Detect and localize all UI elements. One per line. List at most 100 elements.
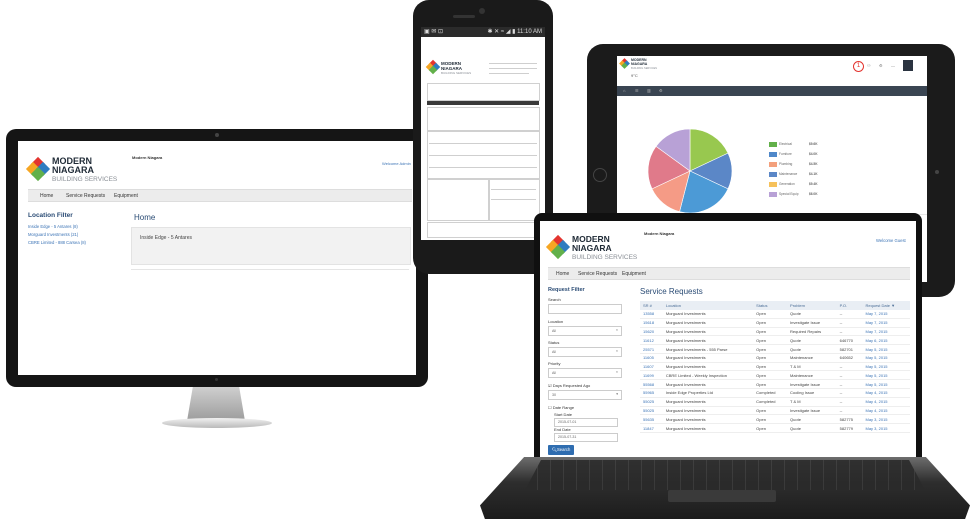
table-cell[interactable]: 55635	[640, 414, 663, 425]
legend-label: Generation	[779, 182, 795, 186]
nav-equipment[interactable]: Equipment	[114, 193, 138, 199]
search-input[interactable]	[548, 304, 622, 314]
location-link-1[interactable]: Inside Edge - 5 Antares (8)	[28, 224, 78, 229]
column-header[interactable]: Request Date ▼	[862, 301, 910, 310]
laptop-nav-service-requests[interactable]: Service Requests	[578, 271, 617, 277]
table-cell[interactable]: 11612	[640, 335, 663, 346]
table-body: 13558 Morguard Investments Open Quote -- May …	[640, 310, 910, 433]
table-cell[interactable]: 25571	[640, 344, 663, 354]
table-row[interactable]: 55025 Morguard Investments Open Investigate…	[640, 406, 910, 416]
welcome-link[interactable]: Welcome Admin	[382, 161, 411, 166]
column-header[interactable]: P.O.	[836, 301, 863, 310]
table-cell: May 5, 2015	[862, 353, 910, 363]
table-cell[interactable]: 13558	[640, 310, 663, 319]
table-cell[interactable]: 11699	[640, 370, 663, 381]
days-select[interactable]: 30 ▾	[548, 390, 622, 400]
location-select[interactable]: All ×	[548, 326, 622, 336]
table-cell: --	[836, 310, 863, 319]
legend-swatch	[769, 172, 777, 177]
phone-logo-icon	[425, 59, 441, 75]
column-header[interactable]: Status	[753, 301, 788, 310]
legend-label: Plumbing	[779, 162, 793, 166]
desktop-navbar: Home Service Requests Equipment	[28, 189, 412, 202]
end-date-input[interactable]: 2015-07-31	[554, 433, 618, 442]
status-select[interactable]: All ×	[548, 347, 622, 357]
home-icon[interactable]: ⌂	[623, 88, 625, 93]
legend-value: $9.4K	[809, 182, 818, 186]
days-checkbox-label[interactable]: ☑ Days Requested Ago	[548, 383, 590, 388]
tablet-logo-icon	[619, 58, 630, 69]
table-cell[interactable]: 11847	[640, 423, 663, 433]
service-requests-table: SR # Location Status Problem P.O. Request Dat…	[640, 301, 910, 433]
menu-button[interactable]	[903, 60, 913, 71]
table-row[interactable]: 55965 Inside Edge Properties Ltd Completed…	[640, 388, 910, 398]
table-cell[interactable]: 11607	[640, 362, 663, 372]
location-link-2[interactable]: Morguard Investments (21)	[28, 232, 78, 237]
table-row[interactable]: 11607 Morguard Investments Open T & M -- May …	[640, 362, 910, 372]
legend-label: Special Equip	[779, 192, 799, 196]
table-cell[interactable]: 15620	[640, 327, 663, 337]
table-row[interactable]: 55025 Morguard Investments Completed T & M-…	[640, 397, 910, 407]
request-filter-title: Request Filter	[548, 287, 585, 293]
minus-icon[interactable]: —	[891, 63, 895, 68]
location-link-3[interactable]: CBRE Limited - 888 Carsea (8)	[28, 240, 86, 245]
table-row[interactable]: 15618 Morguard Investments Open Investigate…	[640, 318, 910, 328]
nav-service-requests[interactable]: Service Requests	[66, 193, 105, 199]
laptop-navbar: Home Service Requests Equipment	[548, 267, 910, 280]
table-cell: Quote	[787, 414, 837, 425]
legend-value: $4.0K	[809, 152, 818, 156]
user-icon[interactable]: ⚇	[867, 63, 871, 68]
alert-icon[interactable]: 1	[853, 61, 864, 72]
close-icon[interactable]: ×	[616, 349, 618, 353]
nav-home[interactable]: Home	[40, 193, 53, 199]
settings-icon[interactable]: ⚙	[879, 63, 883, 68]
column-header[interactable]: Problem	[787, 301, 837, 310]
table-cell: Open	[753, 362, 788, 372]
table-row[interactable]: 55635 Morguard Investments Open Quote 582775…	[640, 414, 910, 425]
laptop-nav-equipment[interactable]: Equipment	[622, 271, 646, 277]
tablet-home-button[interactable]	[593, 168, 607, 182]
column-header[interactable]: Location	[662, 301, 754, 310]
start-date-input[interactable]: 2015-07-01	[554, 418, 618, 427]
table-row[interactable]: 25571 Morguard Investments - 555 Parse Ope…	[640, 344, 910, 354]
tablet-camera	[935, 170, 939, 174]
table-row[interactable]: 11847 Morguard Investments Open Quote 582779…	[640, 423, 910, 433]
close-icon[interactable]: ×	[616, 328, 618, 332]
table-row[interactable]: 15620 Morguard Investments Open Required Re…	[640, 327, 910, 337]
table-cell: --	[836, 362, 863, 372]
doc-section	[489, 179, 540, 221]
days-value: 30	[552, 393, 556, 397]
table-cell[interactable]: 55568	[640, 379, 663, 390]
table-cell: 640652	[836, 353, 863, 363]
table-cell[interactable]: 15618	[640, 318, 663, 328]
table-cell: T & M	[787, 397, 837, 407]
table-cell[interactable]: 55025	[640, 397, 663, 407]
table-cell: Investigate Issue	[787, 406, 837, 416]
table-cell: Maintenance	[787, 353, 837, 363]
table-cell[interactable]: 55025	[640, 406, 663, 416]
priority-select[interactable]: All ×	[548, 368, 622, 378]
table-row[interactable]: 11612 Morguard Investments Open Quote 646770…	[640, 335, 910, 346]
chart-icon[interactable]: ▥	[647, 88, 651, 93]
chevron-down-icon[interactable]: ▾	[616, 392, 618, 396]
laptop-device: MODERN NIAGARA BUILDING SERVICES Modern …	[534, 213, 922, 465]
date-range-checkbox-label[interactable]: ☐ Date Range	[548, 405, 574, 410]
laptop-welcome-link[interactable]: Welcome Guest	[876, 238, 906, 243]
table-row[interactable]: 11605 Morguard Investments Open Maintenance…	[640, 353, 910, 363]
table-cell: --	[836, 397, 863, 407]
list-icon[interactable]: ☰	[635, 88, 639, 93]
gear-icon[interactable]: ⚙	[659, 88, 663, 93]
phone-status-bar: ▣ ✉ ⊡ ✱ ✕ ≈ ◢ ▮ 11:10 AM	[421, 27, 545, 37]
close-icon[interactable]: ×	[616, 370, 618, 374]
laptop-brand-line2: NIAGARA	[572, 243, 612, 253]
column-header[interactable]: SR #	[640, 301, 663, 310]
table-cell: May 5, 2015	[862, 344, 910, 354]
doc-line	[429, 143, 537, 144]
table-cell[interactable]: 11605	[640, 353, 663, 363]
table-row[interactable]: 11699 CBRE Limited - Weekly Inspection Ope…	[640, 370, 910, 381]
table-row[interactable]: 55568 Morguard Investments Open Investigate…	[640, 379, 910, 390]
table-row[interactable]: 13558 Morguard Investments Open Quote -- May …	[640, 310, 910, 319]
table-cell[interactable]: 55965	[640, 388, 663, 398]
laptop-nav-home[interactable]: Home	[556, 271, 569, 277]
search-button[interactable]: 🔍︎Search	[548, 445, 574, 455]
